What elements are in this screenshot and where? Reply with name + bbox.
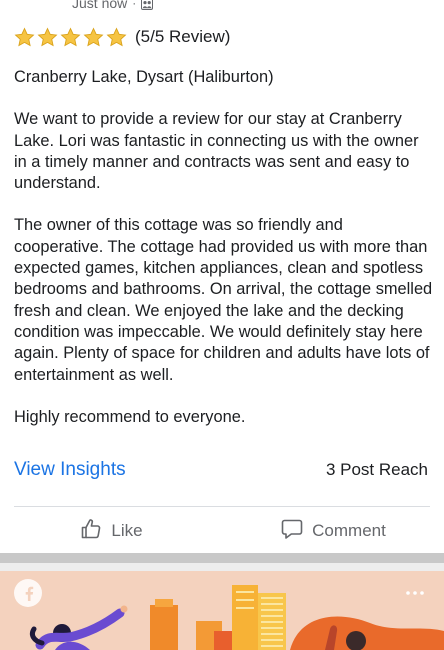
- banner-illustration: [0, 563, 444, 650]
- star-icon: [37, 27, 58, 48]
- rating-text: (5/5 Review): [135, 27, 231, 46]
- facebook-logo-icon: [14, 579, 42, 607]
- meta-separator: ·: [132, 0, 137, 10]
- post-meta: Just now ·: [72, 0, 154, 12]
- post-location-line: Cranberry Lake, Dysart (Haliburton): [14, 68, 274, 86]
- banner-top-strip: [0, 553, 444, 563]
- post-timestamp[interactable]: Just now: [72, 0, 127, 11]
- post-paragraph-2: The owner of this cottage was so friendl…: [14, 216, 433, 384]
- view-insights-link[interactable]: View Insights: [14, 459, 126, 481]
- star-rating: [14, 27, 127, 48]
- star-icon: [106, 27, 127, 48]
- comment-bubble-icon: [280, 517, 304, 546]
- star-icon: [60, 27, 81, 48]
- post-reach-count: 3 Post Reach: [325, 460, 428, 479]
- like-label: Like: [111, 521, 143, 540]
- comment-button[interactable]: Comment: [222, 517, 444, 546]
- insights-row: View Insights 3 Post Reach: [14, 456, 428, 484]
- thumbs-up-icon: [79, 517, 103, 546]
- star-icon: [14, 27, 35, 48]
- comment-label: Comment: [312, 521, 386, 540]
- audience-icon[interactable]: [141, 0, 154, 10]
- promo-banner-image[interactable]: [0, 553, 444, 650]
- post-paragraph-1: We want to provide a review for our stay…: [14, 110, 419, 193]
- star-icon: [83, 27, 104, 48]
- rating-row: (5/5 Review): [14, 25, 230, 49]
- like-button[interactable]: Like: [0, 517, 222, 546]
- more-dots-icon: [406, 591, 424, 595]
- divider: [14, 506, 430, 507]
- post-body: Cranberry Lake, Dysart (Haliburton) We w…: [14, 67, 434, 428]
- post-paragraph-3: Highly recommend to everyone.: [14, 407, 246, 426]
- post-actions: Like Comment: [0, 516, 444, 546]
